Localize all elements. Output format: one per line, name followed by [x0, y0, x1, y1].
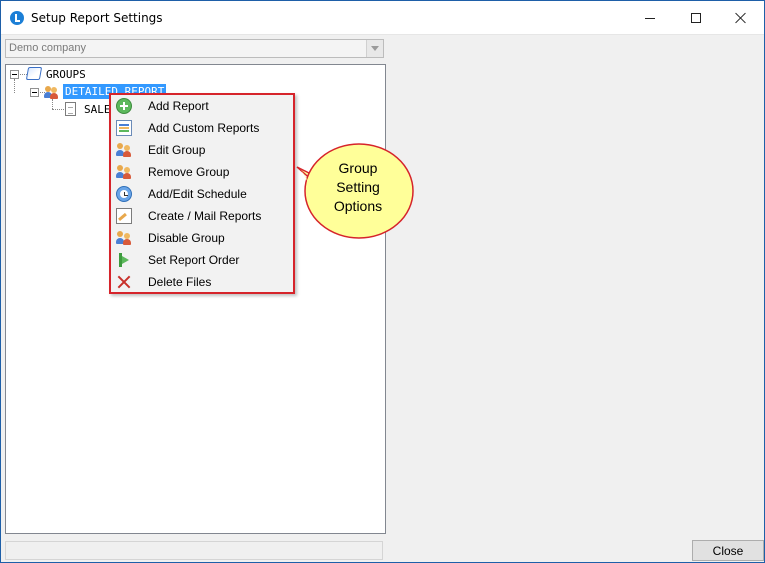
group-people-icon	[44, 85, 60, 99]
collapse-groups-expander[interactable]	[10, 70, 19, 79]
menu-item-label: Delete Files	[148, 275, 212, 289]
minimize-button[interactable]	[627, 1, 673, 35]
report-settings-panel	[389, 36, 764, 541]
menu-item-label: Disable Group	[148, 231, 225, 245]
window-title: Setup Report Settings	[31, 11, 163, 25]
tree-connector	[14, 79, 15, 93]
menu-item-add-custom-reports[interactable]: Add Custom Reports	[113, 117, 293, 139]
tree-node-groups[interactable]: GROUPS	[46, 68, 86, 81]
callout-line: Group	[338, 160, 378, 176]
mail-reports-icon	[116, 208, 132, 224]
collapse-detailed-report-expander[interactable]	[30, 88, 39, 97]
menu-item-add-report[interactable]: Add Report	[113, 95, 293, 117]
schedule-icon	[116, 186, 132, 202]
remove-group-icon	[116, 164, 132, 180]
delete-icon	[116, 274, 132, 290]
status-bar	[5, 541, 383, 560]
tree-connector	[52, 109, 64, 110]
menu-item-label: Add Report	[148, 99, 209, 113]
callout-line: Options	[333, 198, 383, 214]
custom-reports-icon	[116, 120, 132, 136]
menu-item-label: Remove Group	[148, 165, 230, 179]
menu-item-disable-group[interactable]: Disable Group	[113, 227, 293, 249]
close-button[interactable]: Close	[692, 540, 764, 561]
groups-folder-icon	[25, 67, 43, 80]
company-dropdown[interactable]: Demo company	[5, 39, 384, 58]
close-window-button[interactable]	[718, 1, 764, 35]
app-icon	[10, 11, 24, 25]
tree-node-sale[interactable]: SALE	[84, 103, 111, 116]
disable-group-icon	[116, 230, 132, 246]
maximize-icon	[691, 13, 701, 23]
menu-item-edit-group[interactable]: Edit Group	[113, 139, 293, 161]
menu-item-label: Create / Mail Reports	[148, 209, 262, 223]
callout-line: Setting	[336, 179, 380, 195]
title-bar: Setup Report Settings	[1, 1, 764, 35]
menu-item-label: Add Custom Reports	[148, 121, 260, 135]
menu-item-delete-files[interactable]: Delete Files	[113, 271, 293, 293]
add-icon	[116, 98, 132, 114]
setup-report-settings-window: Setup Report Settings Demo company GROUP…	[0, 0, 765, 563]
menu-item-remove-group[interactable]: Remove Group	[113, 161, 293, 183]
company-dropdown-value: Demo company	[9, 42, 87, 54]
menu-item-label: Edit Group	[148, 143, 206, 157]
minimize-icon	[645, 17, 655, 19]
close-icon	[735, 12, 747, 24]
tree-connector	[52, 99, 53, 109]
edit-group-icon	[116, 142, 132, 158]
report-order-icon	[116, 252, 132, 268]
group-context-menu: Add Report Add Custom Reports Edit Group…	[109, 93, 295, 294]
callout-text: Group Setting Options	[328, 159, 388, 216]
menu-item-set-report-order[interactable]: Set Report Order	[113, 249, 293, 271]
menu-item-label: Set Report Order	[148, 253, 240, 267]
menu-item-label: Add/Edit Schedule	[148, 187, 247, 201]
maximize-button[interactable]	[673, 1, 719, 35]
menu-item-add-edit-schedule[interactable]: Add/Edit Schedule	[113, 183, 293, 205]
chevron-down-icon[interactable]	[366, 40, 383, 57]
menu-item-create-mail-reports[interactable]: Create / Mail Reports	[113, 205, 293, 227]
report-document-icon	[65, 102, 76, 116]
